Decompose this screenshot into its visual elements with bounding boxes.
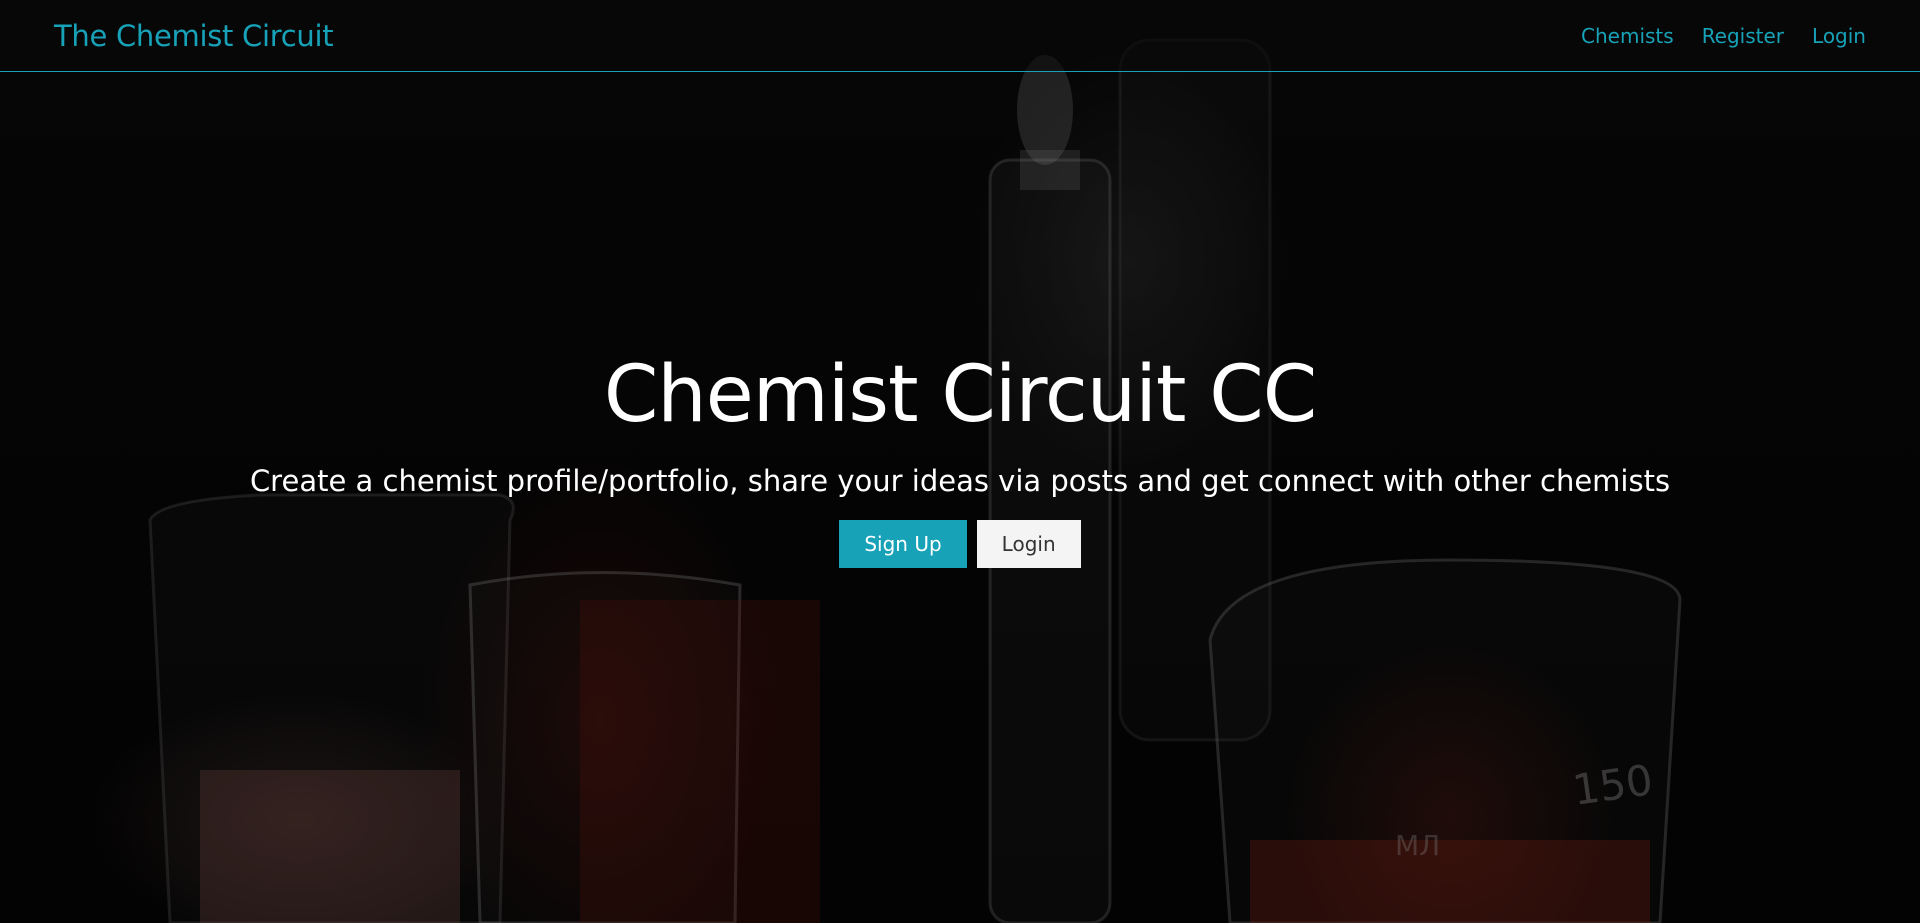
hero-lead-text: Create a chemist profile/portfolio, shar… xyxy=(249,464,1671,498)
sign-up-button[interactable]: Sign Up xyxy=(839,520,967,568)
top-navbar: The Chemist Circuit Chemists Register Lo… xyxy=(0,0,1920,72)
brand-logo-link[interactable]: The Chemist Circuit xyxy=(54,19,334,53)
landing-page: 150 МЛ The Chemist Circuit Chemists Regi… xyxy=(0,0,1920,923)
hero-title: Chemist Circuit CC xyxy=(603,350,1317,440)
nav-links: Chemists Register Login xyxy=(1581,24,1866,48)
nav-link-register[interactable]: Register xyxy=(1702,24,1784,48)
login-button[interactable]: Login xyxy=(976,520,1081,568)
nav-link-login[interactable]: Login xyxy=(1812,24,1866,48)
nav-link-chemists[interactable]: Chemists xyxy=(1581,24,1674,48)
hero-section: Chemist Circuit CC Create a chemist prof… xyxy=(0,340,1920,568)
hero-button-group: Sign Up Login xyxy=(0,520,1920,568)
